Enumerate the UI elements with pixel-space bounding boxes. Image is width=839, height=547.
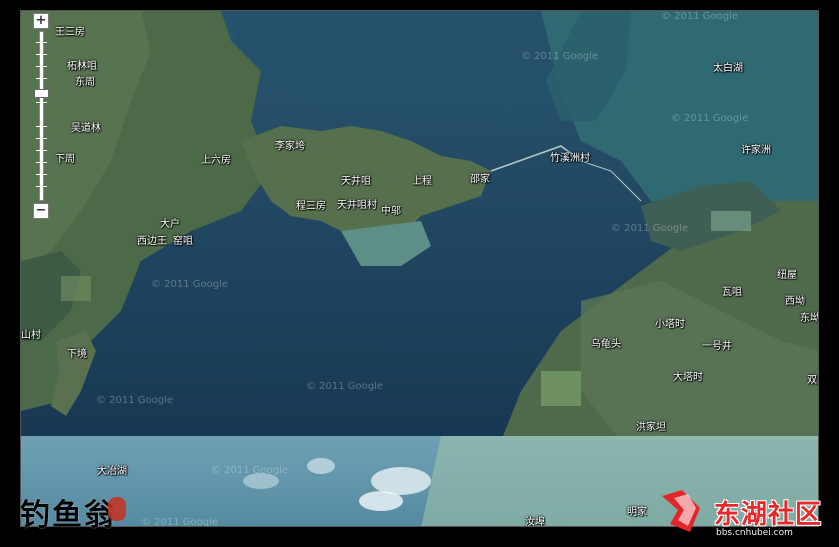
- map-watermark: © 2011 Google: [306, 381, 384, 392]
- label-shuangyang[interactable]: 双羊: [807, 375, 818, 386]
- label-tianjingjucun[interactable]: 天井咀村: [337, 200, 377, 211]
- label-yaoju[interactable]: 窑咀: [173, 236, 193, 247]
- label-hongjiatan[interactable]: 洪家坦: [636, 422, 666, 433]
- map-watermark: © 2011 Google: [661, 11, 739, 22]
- label-xiajing[interactable]: 下境: [67, 349, 87, 360]
- label-wuguitou[interactable]: 乌龟头: [591, 339, 621, 350]
- label-datashi[interactable]: 大塔时: [673, 372, 703, 383]
- label-waju[interactable]: 瓦咀: [722, 287, 742, 298]
- label-dongzhou[interactable]: 东周: [75, 77, 95, 88]
- label-rubu[interactable]: 汝埠: [525, 517, 545, 526]
- label-taibaihu[interactable]: 太白湖: [713, 63, 743, 74]
- map-watermark: © 2011 Google: [211, 465, 289, 476]
- label-zhongwu[interactable]: 中邬: [381, 206, 401, 217]
- zoom-control: + −: [33, 13, 49, 219]
- label-wangsanfang[interactable]: 王三房: [55, 27, 85, 38]
- label-tianjingju[interactable]: 天井咀: [341, 176, 371, 187]
- map-watermark: © 2011 Google: [521, 51, 599, 62]
- map-watermark: © 2011 Google: [671, 113, 749, 124]
- map-watermark: © 2011 Google: [141, 517, 219, 527]
- label-dongao[interactable]: 东坳: [800, 313, 818, 324]
- zoom-in-button[interactable]: +: [33, 13, 49, 29]
- label-xiao[interactable]: 西坳: [785, 296, 805, 307]
- label-zhelinju[interactable]: 柘林咀: [67, 61, 97, 72]
- label-yihaojing[interactable]: 一号井: [702, 341, 732, 352]
- label-xujiazhou[interactable]: 许家洲: [741, 145, 771, 156]
- map-watermark: © 2011 Google: [611, 223, 689, 234]
- map-imagery: [21, 11, 818, 526]
- label-xibianwang[interactable]: 西边王: [137, 236, 167, 247]
- map-watermark: © 2011 Google: [96, 395, 174, 406]
- satellite-map[interactable]: + − © 2011 Google © 2011 Google © 2011 G…: [20, 10, 819, 527]
- label-wudaolin[interactable]: 吴道林: [71, 123, 101, 134]
- logo-url: bbs.cnhubei.com: [716, 528, 793, 538]
- red-seal-stamp: [108, 497, 126, 521]
- label-shancun[interactable]: 山村: [21, 330, 41, 341]
- label-dayehu[interactable]: 大冶湖: [97, 466, 127, 477]
- label-mingjia[interactable]: 明家: [627, 507, 647, 518]
- label-dahu[interactable]: 大户: [160, 219, 180, 230]
- zoom-out-button[interactable]: −: [33, 203, 49, 219]
- label-xiazhou[interactable]: 下周: [55, 154, 75, 165]
- label-shangcheng[interactable]: 上程: [412, 176, 432, 187]
- label-lijiakua[interactable]: 李家垮: [275, 141, 305, 152]
- signature-calligraphy: 钓鱼翁: [20, 498, 116, 533]
- label-niuwu[interactable]: 纽屋: [777, 270, 797, 281]
- label-shaojia[interactable]: 邵家: [470, 174, 490, 185]
- label-shangliufang[interactable]: 上六房: [201, 155, 231, 166]
- label-chengsanfang[interactable]: 程三房: [296, 201, 326, 212]
- map-watermark: © 2011 Google: [151, 279, 229, 290]
- zoom-slider-handle[interactable]: [34, 89, 49, 98]
- logo-text: 东湖社区: [714, 500, 823, 530]
- label-xiaotashi[interactable]: 小塔时: [655, 319, 685, 330]
- zoom-slider-track[interactable]: [36, 31, 47, 201]
- label-zhuxizhoucun[interactable]: 竹溪洲村: [550, 153, 590, 164]
